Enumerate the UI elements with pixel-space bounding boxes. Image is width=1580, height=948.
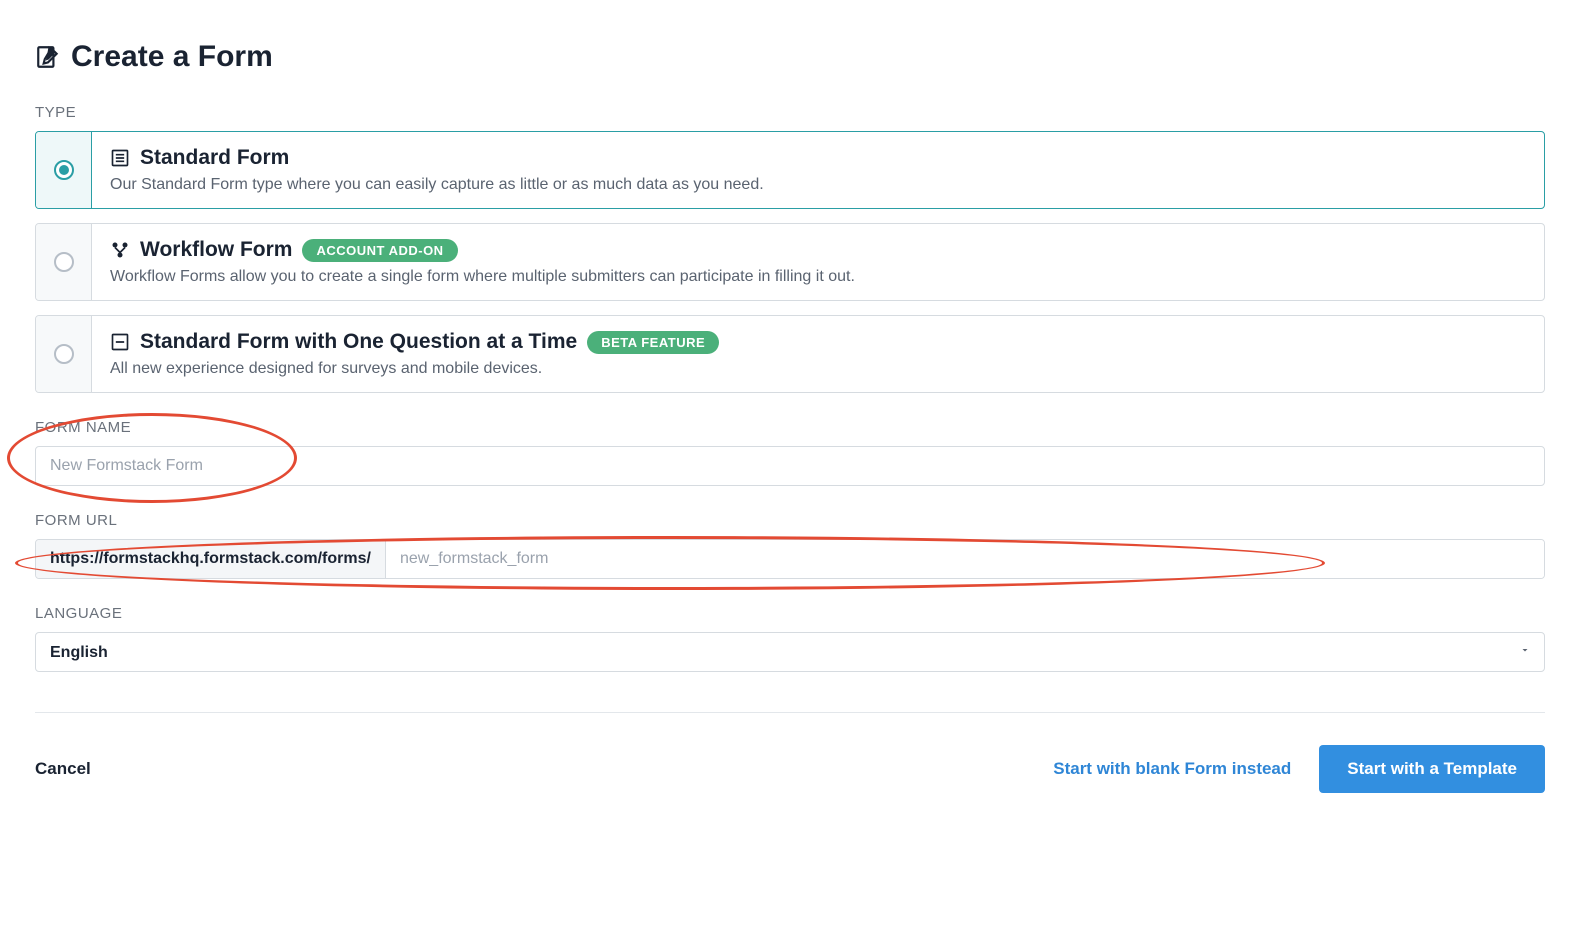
language-select[interactable]: English bbox=[35, 632, 1545, 672]
form-name-label: FORM NAME bbox=[35, 419, 1545, 436]
type-section-label: TYPE bbox=[35, 104, 1545, 121]
type-radio-standard-col bbox=[36, 132, 92, 208]
type-option-workflow[interactable]: Workflow Form ACCOUNT ADD-ON Workflow Fo… bbox=[35, 223, 1545, 301]
badge-account-addon: ACCOUNT ADD-ON bbox=[302, 239, 457, 262]
cancel-button[interactable]: Cancel bbox=[35, 759, 91, 779]
radio-workflow[interactable] bbox=[54, 252, 74, 272]
edit-form-icon bbox=[35, 44, 61, 70]
start-template-button[interactable]: Start with a Template bbox=[1319, 745, 1545, 793]
page-title-text: Create a Form bbox=[71, 40, 273, 74]
type-option-one-question[interactable]: Standard Form with One Question at a Tim… bbox=[35, 315, 1545, 393]
type-radio-workflow-col bbox=[36, 224, 92, 300]
form-url-input[interactable] bbox=[386, 540, 1544, 578]
list-icon bbox=[110, 148, 130, 168]
type-title-standard: Standard Form bbox=[140, 146, 289, 170]
page-title: Create a Form bbox=[35, 40, 1545, 74]
language-label: LANGUAGE bbox=[35, 605, 1545, 622]
workflow-icon bbox=[110, 240, 130, 260]
start-blank-button[interactable]: Start with blank Form instead bbox=[1053, 759, 1291, 779]
radio-one-question[interactable] bbox=[54, 344, 74, 364]
type-desc-standard: Our Standard Form type where you can eas… bbox=[110, 176, 1526, 194]
form-url-prefix: https://formstackhq.formstack.com/forms/ bbox=[36, 540, 386, 578]
type-radio-one-question-col bbox=[36, 316, 92, 392]
single-field-icon bbox=[110, 332, 130, 352]
badge-beta-feature: BETA FEATURE bbox=[587, 331, 719, 354]
type-desc-workflow: Workflow Forms allow you to create a sin… bbox=[110, 268, 1526, 286]
form-name-input[interactable] bbox=[35, 446, 1545, 486]
radio-standard[interactable] bbox=[54, 160, 74, 180]
type-title-one-question: Standard Form with One Question at a Tim… bbox=[140, 330, 577, 354]
type-option-standard[interactable]: Standard Form Our Standard Form type whe… bbox=[35, 131, 1545, 209]
type-desc-one-question: All new experience designed for surveys … bbox=[110, 360, 1526, 378]
form-url-label: FORM URL bbox=[35, 512, 1545, 529]
type-title-workflow: Workflow Form bbox=[140, 238, 292, 262]
